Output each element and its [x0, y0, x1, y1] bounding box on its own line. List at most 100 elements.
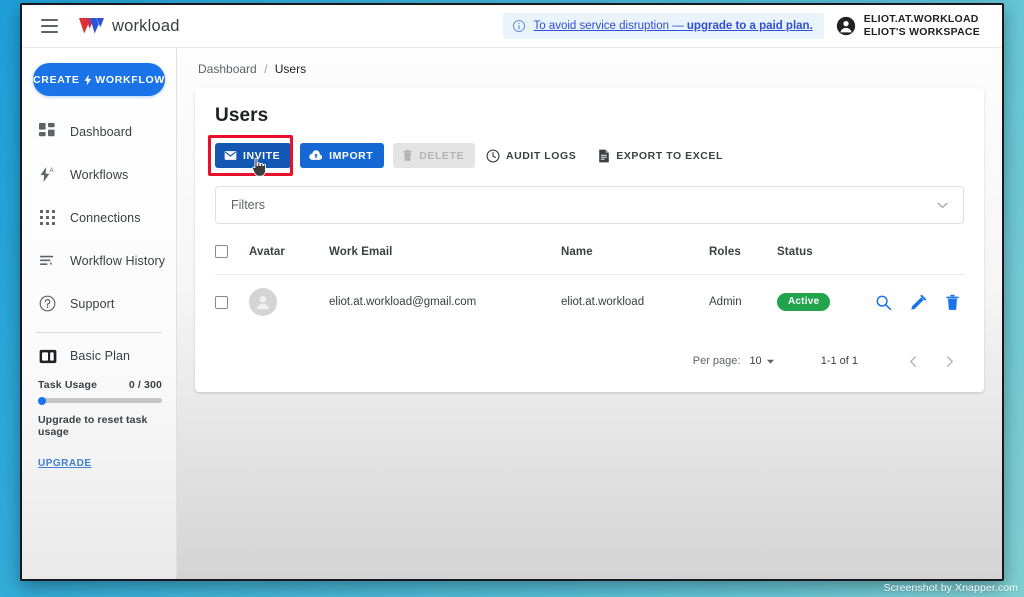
breadcrumb-users: Users — [274, 62, 307, 76]
sidebar-item-label: Support — [70, 296, 115, 311]
create-workflow-label-right: WORKFLOW — [95, 73, 165, 86]
avatar — [249, 288, 277, 316]
delete-button: DELETE — [393, 143, 476, 168]
sidebar-item-label: Dashboard — [70, 124, 133, 139]
sidebar-item-label: Workflows — [70, 167, 129, 182]
export-to-excel-button[interactable]: EXPORT TO EXCEL — [596, 143, 734, 168]
chevron-left-icon[interactable] — [902, 350, 924, 372]
export-to-excel-button-label: EXPORT TO EXCEL — [616, 149, 723, 162]
upgrade-alert-text: To avoid service disruption — upgrade to… — [533, 20, 812, 32]
alert-text-strong: upgrade to a paid plan. — [686, 20, 813, 32]
user-workspace: ELIOT'S WORKSPACE — [863, 26, 980, 38]
import-button[interactable]: IMPORT — [300, 143, 385, 168]
breadcrumb-separator: / — [264, 62, 268, 76]
import-button-label: IMPORT — [329, 149, 374, 162]
plan-label: Basic Plan — [70, 349, 131, 363]
sidebar-divider — [36, 332, 162, 333]
sidebar-item-workflows[interactable]: A Workflows — [22, 153, 176, 196]
brand-logo: workload — [78, 16, 180, 36]
task-usage-block: Task Usage 0 / 300 Upgrade to reset task… — [22, 375, 176, 471]
invite-button[interactable]: INVITE — [215, 143, 292, 168]
filters-label: Filters — [231, 198, 266, 212]
trash-icon — [403, 149, 413, 161]
sidebar: CREATE WORKFLOW Dashboard A Workflows Co… — [22, 48, 177, 579]
clock-history-icon — [486, 149, 500, 162]
row-status-cell: Active — [777, 275, 870, 331]
help-circle-icon — [38, 294, 57, 313]
bolt-icon — [84, 74, 91, 85]
app-window: workload To avoid service disruption — u… — [20, 3, 1004, 581]
pagination-range: 1-1 of 1 — [820, 355, 858, 367]
create-workflow-button[interactable]: CREATE WORKFLOW — [33, 63, 165, 96]
history-list-icon — [38, 251, 57, 270]
chevron-down-icon — [937, 202, 948, 208]
account-circle-icon — [836, 16, 855, 36]
edit-pencil-icon[interactable] — [910, 294, 927, 311]
row-actions — [870, 294, 964, 311]
pagination: Per page: 10 1-1 of 1 — [215, 330, 964, 380]
main-content: Dashboard / Users Users INVITE IMPORT DE… — [177, 48, 1002, 579]
brand-name: workload — [112, 16, 180, 35]
filters-bar[interactable]: Filters — [215, 186, 964, 224]
envelope-icon — [224, 151, 237, 160]
users-table-header-row: Avatar Work Email Name Roles Status — [215, 238, 964, 275]
users-table-head: Avatar Work Email Name Roles Status — [215, 238, 964, 275]
page-title: Users — [215, 105, 269, 126]
sidebar-item-label: Workflow History — [70, 253, 166, 268]
row-select-cell — [215, 275, 249, 331]
info-circle-icon — [513, 19, 526, 33]
document-icon — [599, 149, 610, 162]
row-name: eliot.at.workload — [561, 296, 645, 308]
chevron-down-icon — [766, 359, 774, 364]
delete-trash-icon[interactable] — [945, 294, 960, 311]
select-all-checkbox[interactable] — [215, 245, 228, 258]
svg-text:A: A — [50, 168, 54, 174]
task-usage-progress-bar — [38, 396, 162, 405]
plan-card-icon — [38, 347, 57, 366]
sidebar-item-plan[interactable]: Basic Plan — [22, 337, 176, 375]
task-usage-value: 0 / 300 — [128, 379, 162, 391]
per-page-label: Per page: — [692, 355, 741, 367]
audit-logs-button[interactable]: AUDIT LOGS — [484, 143, 587, 168]
delete-button-label: DELETE — [419, 149, 465, 162]
watermark: Screenshot by Xnapper.com — [883, 582, 1018, 594]
person-avatar-icon — [256, 295, 270, 310]
create-workflow-label-left: CREATE — [33, 73, 80, 86]
column-header-roles: Roles — [709, 238, 777, 275]
users-card: Users INVITE IMPORT DELETE AUDIT LOGS EX… — [195, 88, 984, 392]
user-account-chip[interactable]: ELIOT.AT.WORKLOAD ELIOT'S WORKSPACE — [836, 13, 980, 40]
top-bar-right: To avoid service disruption — upgrade to… — [503, 13, 994, 40]
search-icon[interactable] — [875, 294, 892, 311]
row-avatar-cell — [249, 275, 329, 331]
users-table: Avatar Work Email Name Roles Status elio… — [215, 238, 964, 330]
sidebar-item-label: Connections — [70, 210, 141, 225]
task-usage-label: Task Usage — [38, 379, 98, 391]
upgrade-link[interactable]: UPGRADE — [38, 458, 92, 469]
table-row[interactable]: eliot.at.workload@gmail.com eliot.at.wor… — [215, 275, 964, 331]
column-header-actions — [870, 238, 964, 275]
workload-w-icon — [79, 18, 104, 34]
sidebar-item-dashboard[interactable]: Dashboard — [22, 110, 176, 153]
task-usage-header: Task Usage 0 / 300 — [38, 379, 162, 391]
cloud-upload-icon — [309, 150, 323, 160]
dashboard-grid-icon — [38, 122, 57, 141]
select-all-header — [215, 238, 249, 275]
body-split: CREATE WORKFLOW Dashboard A Workflows Co… — [22, 48, 1002, 579]
chevron-right-icon[interactable] — [938, 350, 960, 372]
row-email: eliot.at.workload@gmail.com — [329, 296, 477, 308]
upgrade-alert-banner[interactable]: To avoid service disruption — upgrade to… — [503, 13, 824, 39]
top-bar: workload To avoid service disruption — u… — [22, 5, 1002, 48]
per-page-select[interactable]: 10 — [749, 355, 774, 367]
breadcrumb: Dashboard / Users — [195, 59, 984, 88]
breadcrumb-dashboard[interactable]: Dashboard — [198, 62, 257, 76]
sidebar-item-connections[interactable]: Connections — [22, 196, 176, 239]
user-identity: ELIOT.AT.WORKLOAD ELIOT'S WORKSPACE — [864, 13, 980, 40]
row-actions-cell — [870, 275, 964, 331]
row-checkbox[interactable] — [215, 295, 228, 309]
per-page-value-text: 10 — [749, 355, 762, 367]
hamburger-menu-icon[interactable] — [34, 11, 64, 41]
alert-text-plain: To avoid service disruption — — [533, 20, 687, 32]
sidebar-item-workflow-history[interactable]: Workflow History — [22, 239, 176, 282]
bolt-a-icon: A — [38, 165, 57, 184]
sidebar-item-support[interactable]: Support — [22, 282, 176, 325]
